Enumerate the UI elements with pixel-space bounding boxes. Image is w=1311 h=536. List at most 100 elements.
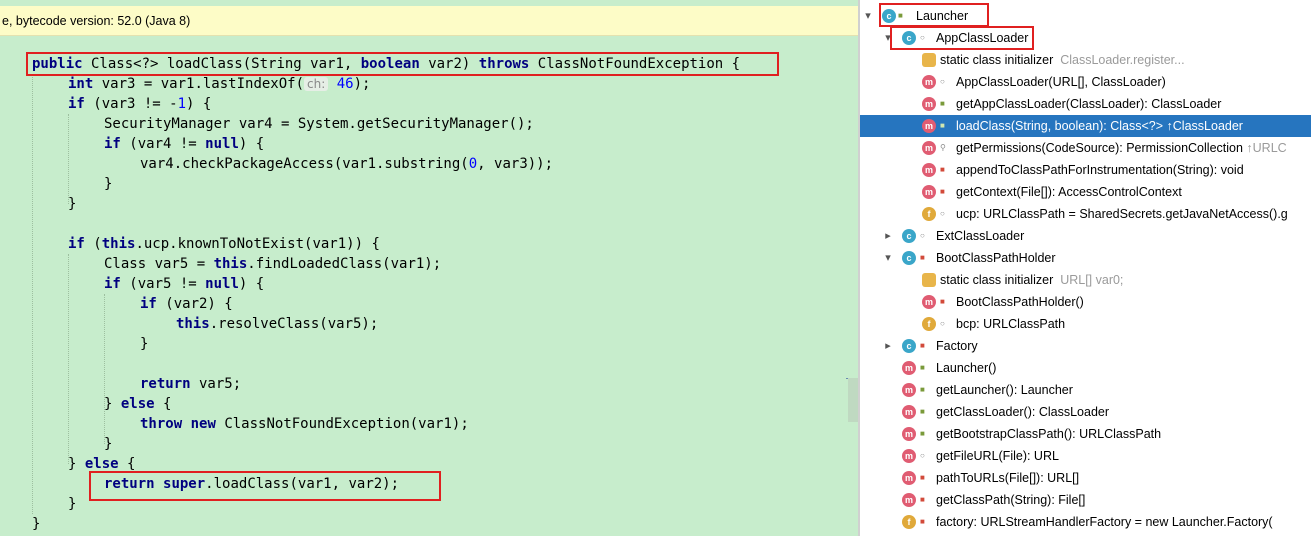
static-method-icon: m xyxy=(902,471,916,485)
keyword: if xyxy=(68,96,85,112)
method-icon: m xyxy=(922,163,936,177)
code-text: (var3 != - xyxy=(84,96,178,112)
tree-item-getpermissions[interactable]: m ⚲ getPermissions(CodeSource): Permissi… xyxy=(860,137,1311,159)
tree-item-getappclassloader[interactable]: m ■ getAppClassLoader(ClassLoader): Clas… xyxy=(860,93,1311,115)
code-text: var4.checkPackageAccess(var1.substring( xyxy=(140,156,469,172)
private-lock-icon: ■ xyxy=(920,517,925,526)
method-icon: m xyxy=(922,75,936,89)
indent-guide xyxy=(68,254,70,464)
private-lock-icon: ■ xyxy=(920,495,925,504)
field-icon: f xyxy=(902,515,916,529)
tree-item-extclassloader[interactable]: ▸ c ○ ExtClassLoader xyxy=(860,225,1311,247)
private-lock-icon: ■ xyxy=(920,341,925,350)
tree-item-label: Launcher() xyxy=(936,361,997,375)
tree-item-pathtourls[interactable]: m ■ pathToURLs(File[]): URL[] xyxy=(860,467,1311,489)
tree-item-appendtoclasspath[interactable]: m ■ appendToClassPathForInstrumentation(… xyxy=(860,159,1311,181)
code-text: } xyxy=(104,436,113,452)
code-line: } xyxy=(104,434,112,454)
tree-item-constructor[interactable]: m ○ AppClassLoader(URL[], ClassLoader) xyxy=(860,71,1311,93)
code-editor[interactable]: e, bytecode version: 52.0 (Java 8) publi… xyxy=(0,0,858,536)
code-text: } xyxy=(68,496,77,512)
code-line: return var5; xyxy=(140,374,241,394)
tree-item-getclasspath[interactable]: m ■ getClassPath(String): File[] xyxy=(860,489,1311,511)
protected-icon: ⚲ xyxy=(940,143,946,152)
initializer-icon xyxy=(922,273,936,287)
chevron-down-icon[interactable]: ▾ xyxy=(862,5,874,27)
tree-item-static-initializer[interactable]: static class initializer ClassLoader.reg… xyxy=(860,49,1311,71)
code-text: } xyxy=(140,336,149,352)
tree-item-getbootstrapclasspath[interactable]: m ■ getBootstrapClassPath(): URLClassPat… xyxy=(860,423,1311,445)
tree-item-getcontext[interactable]: m ■ getContext(File[]): AccessControlCon… xyxy=(860,181,1311,203)
code-line: Class var5 = this.findLoadedClass(var1); xyxy=(104,254,441,274)
package-private-icon: ○ xyxy=(940,209,945,218)
code-text: ) { xyxy=(238,276,265,292)
keyword: if xyxy=(68,236,85,252)
tree-item-getclassloader[interactable]: m ■ getClassLoader(): ClassLoader xyxy=(860,401,1311,423)
code-text: ( xyxy=(84,236,102,252)
method-icon: m xyxy=(902,361,916,375)
code-line: } xyxy=(68,494,76,514)
code-line: SecurityManager var4 = System.getSecurit… xyxy=(104,114,534,134)
keyword: new xyxy=(190,416,216,432)
tree-item-label: getPermissions(CodeSource): PermissionCo… xyxy=(956,137,1287,159)
code-text: } xyxy=(104,396,121,412)
number-literal: 1 xyxy=(177,96,187,112)
keyword: null xyxy=(205,276,239,292)
tree-item-label: loadClass(String, boolean): Class<?> ↑Cl… xyxy=(956,119,1243,133)
highlight-box-launcher xyxy=(879,3,989,27)
chevron-down-icon[interactable]: ▾ xyxy=(882,247,894,269)
tree-item-label: pathToURLs(File[]): URL[] xyxy=(936,471,1080,485)
tree-item-factory[interactable]: ▸ c ■ Factory xyxy=(860,335,1311,357)
public-icon: ■ xyxy=(920,363,925,372)
initializer-icon xyxy=(922,53,936,67)
class-icon: c xyxy=(902,229,916,243)
code-line: } xyxy=(104,174,112,194)
tree-item-label: ucp: URLClassPath = SharedSecrets.getJav… xyxy=(956,207,1288,221)
tree-item-ucp-field[interactable]: f ○ ucp: URLClassPath = SharedSecrets.ge… xyxy=(860,203,1311,225)
method-icon: m xyxy=(902,405,916,419)
class-icon: c xyxy=(902,251,916,265)
tree-item-label: AppClassLoader(URL[], ClassLoader) xyxy=(956,75,1166,89)
tree-item-bootclasspathholder[interactable]: ▾ c ■ BootClassPathHolder xyxy=(860,247,1311,269)
tree-item-boot-constructor[interactable]: m ■ BootClassPathHolder() xyxy=(860,291,1311,313)
tree-item-boot-static-initializer[interactable]: static class initializer URL[] var0; xyxy=(860,269,1311,291)
tree-item-loadclass[interactable]: m ■ loadClass(String, boolean): Class<?>… xyxy=(860,115,1311,137)
number-literal: 0 xyxy=(468,156,478,172)
chevron-right-icon[interactable]: ▸ xyxy=(882,335,894,357)
keyword: null xyxy=(205,136,239,152)
keyword: if xyxy=(104,136,121,152)
tree-item-getlauncher[interactable]: m ■ getLauncher(): Launcher xyxy=(860,379,1311,401)
field-icon: f xyxy=(922,317,936,331)
private-lock-icon: ■ xyxy=(940,187,945,196)
method-icon: m xyxy=(922,141,936,155)
package-private-icon: ○ xyxy=(940,77,945,86)
tree-item-label: factory: URLStreamHandlerFactory = new L… xyxy=(936,515,1273,529)
tree-item-getfileurl[interactable]: m ○ getFileURL(File): URL xyxy=(860,445,1311,467)
public-icon: ■ xyxy=(940,99,945,108)
keyword: this xyxy=(213,256,248,272)
item-name: getPermissions(CodeSource): PermissionCo… xyxy=(956,141,1243,155)
code-line: if (this.ucp.knownToNotExist(var1)) { xyxy=(68,234,380,254)
item-name: static class initializer xyxy=(940,53,1054,67)
code-text: { xyxy=(118,456,136,472)
public-icon: ■ xyxy=(940,121,945,130)
scroll-thumb[interactable] xyxy=(848,378,858,422)
tree-item-launcher-constructor[interactable]: m ■ Launcher() xyxy=(860,357,1311,379)
indent-guide xyxy=(68,114,70,204)
structure-tree[interactable]: ▾ c ■ Launcher ▾ c ○ AppClassLoader stat… xyxy=(860,0,1311,536)
code-text: } xyxy=(104,176,113,192)
tree-item-bcp-field[interactable]: f ○ bcp: URLClassPath xyxy=(860,313,1311,335)
tree-item-label: getClassLoader(): ClassLoader xyxy=(936,405,1110,419)
code-line: if (var5 != null) { xyxy=(104,274,264,294)
code-text: SecurityManager var4 = System.getSecurit… xyxy=(104,116,534,132)
chevron-right-icon[interactable]: ▸ xyxy=(882,225,894,247)
tree-item-label: BootClassPathHolder() xyxy=(956,295,1084,309)
public-icon: ■ xyxy=(920,385,925,394)
tree-item-label: getFileURL(File): URL xyxy=(936,449,1059,463)
public-icon: ■ xyxy=(920,407,925,416)
tree-item-factory-field[interactable]: f ■ factory: URLStreamHandlerFactory = n… xyxy=(860,511,1311,533)
number-literal: 46 xyxy=(336,76,354,92)
code-text: ClassNotFoundException(var1); xyxy=(215,416,469,432)
code-text: } xyxy=(68,196,77,212)
keyword: throw xyxy=(140,416,183,432)
